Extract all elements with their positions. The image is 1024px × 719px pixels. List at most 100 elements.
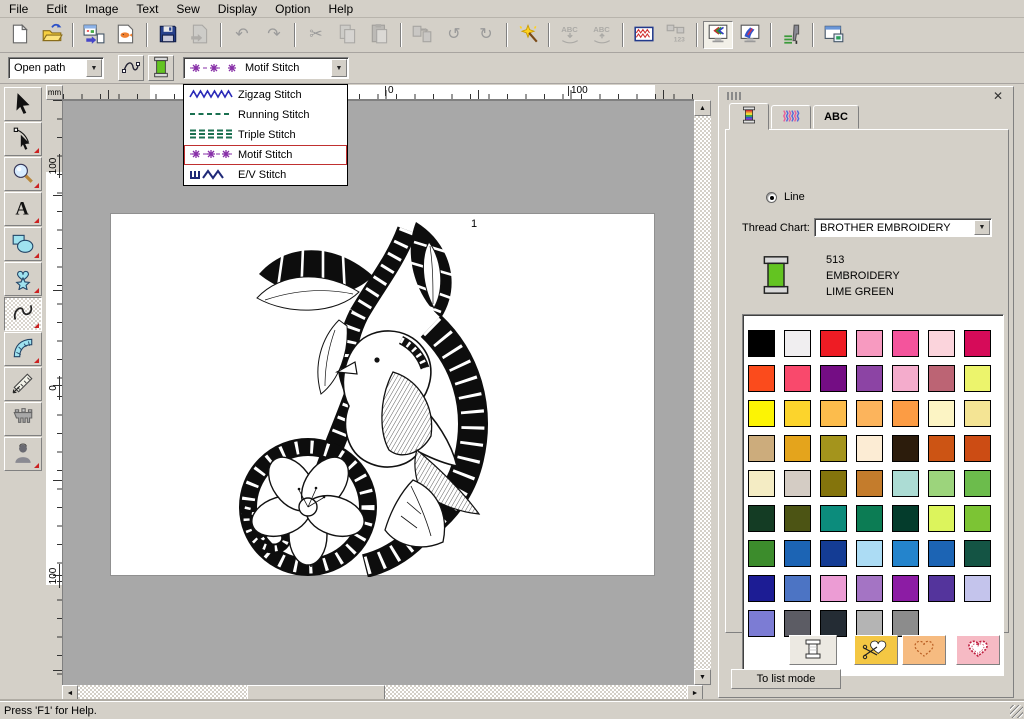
fan-shape-tool[interactable] xyxy=(4,332,42,366)
scroll-down-icon[interactable]: ▼ xyxy=(694,669,711,685)
thread-color-swatch[interactable] xyxy=(748,365,775,392)
stitch-library-button[interactable] xyxy=(629,21,659,49)
thread-color-swatch[interactable] xyxy=(964,365,991,392)
thread-color-swatch[interactable] xyxy=(856,400,883,427)
thread-color-swatch[interactable] xyxy=(892,470,919,497)
outline-shapes-tool[interactable] xyxy=(4,262,42,296)
thread-color-swatch[interactable] xyxy=(820,540,847,567)
zoom-tool[interactable] xyxy=(4,157,42,191)
thread-color-swatch[interactable] xyxy=(856,435,883,462)
thread-color-swatch[interactable] xyxy=(820,505,847,532)
magic-wand-button[interactable] xyxy=(513,21,543,49)
thread-color-swatch[interactable] xyxy=(784,610,811,637)
tab-stitch-attributes[interactable] xyxy=(771,105,811,129)
chevron-down-icon[interactable]: ▼ xyxy=(331,59,347,77)
applique-piece-button[interactable] xyxy=(902,635,946,665)
draw-curve-button[interactable] xyxy=(118,55,144,81)
horizontal-scrollbar[interactable]: ◄ ► xyxy=(62,685,703,701)
thread-color-swatch[interactable] xyxy=(964,540,991,567)
thread-color-swatch[interactable] xyxy=(820,610,847,637)
thread-color-swatch[interactable] xyxy=(928,505,955,532)
menu-text[interactable]: Text xyxy=(127,1,167,17)
thread-color-swatch[interactable] xyxy=(820,330,847,357)
import-image-button[interactable] xyxy=(79,21,109,49)
thread-color-swatch[interactable] xyxy=(964,400,991,427)
menu-sew[interactable]: Sew xyxy=(167,1,208,17)
thread-color-swatch[interactable] xyxy=(748,575,775,602)
design-canvas[interactable]: 1 xyxy=(63,100,694,685)
thread-color-swatch[interactable] xyxy=(892,435,919,462)
thread-color-swatch[interactable] xyxy=(892,330,919,357)
open-image-button[interactable] xyxy=(111,21,141,49)
thread-color-swatch[interactable] xyxy=(928,330,955,357)
thread-color-swatch[interactable] xyxy=(856,610,883,637)
thread-color-swatch[interactable] xyxy=(964,575,991,602)
thread-color-swatch[interactable] xyxy=(748,400,775,427)
thread-color-swatch[interactable] xyxy=(856,365,883,392)
vertical-scrollbar[interactable]: ▲ ▼ xyxy=(694,100,711,685)
menu-image[interactable]: Image xyxy=(76,1,127,17)
thread-color-swatch[interactable] xyxy=(820,575,847,602)
thread-color-swatch[interactable] xyxy=(892,365,919,392)
window-resize-grip[interactable] xyxy=(1010,705,1023,718)
thread-color-swatch[interactable] xyxy=(820,365,847,392)
menu-file[interactable]: File xyxy=(0,1,37,17)
stitch-view-button[interactable] xyxy=(703,21,733,49)
tab-text-attributes[interactable]: ABC xyxy=(813,105,859,129)
stitch-option-motif[interactable]: Motif Stitch xyxy=(184,145,347,165)
chevron-down-icon[interactable]: ▼ xyxy=(86,59,102,77)
thread-color-swatch[interactable] xyxy=(784,575,811,602)
menu-option[interactable]: Option xyxy=(266,1,319,17)
thread-color-swatch[interactable] xyxy=(928,575,955,602)
new-document-button[interactable] xyxy=(5,21,35,49)
stitch-option-zigzag[interactable]: Zigzag Stitch xyxy=(184,85,347,105)
thread-color-swatch[interactable] xyxy=(928,400,955,427)
stitch-option-running[interactable]: Running Stitch xyxy=(184,105,347,125)
scroll-left-icon[interactable]: ◄ xyxy=(62,685,78,701)
thread-color-swatch[interactable] xyxy=(892,400,919,427)
thread-color-swatch[interactable] xyxy=(892,505,919,532)
thread-color-swatch[interactable] xyxy=(748,330,775,357)
default-thread-button[interactable] xyxy=(789,635,837,665)
thread-color-swatch[interactable] xyxy=(784,435,811,462)
measure-tool[interactable] xyxy=(4,367,42,401)
sewing-attributes-button[interactable] xyxy=(148,55,174,81)
thread-color-swatch[interactable] xyxy=(928,435,955,462)
thread-color-swatch[interactable] xyxy=(784,505,811,532)
stitch-block-tool[interactable] xyxy=(4,402,42,436)
line-stitch-combobox[interactable]: Motif Stitch ▼ xyxy=(183,57,349,79)
thread-color-swatch[interactable] xyxy=(856,330,883,357)
line-radio[interactable] xyxy=(766,192,777,203)
thread-color-swatch[interactable] xyxy=(784,470,811,497)
path-shape-combobox[interactable]: Open path ▼ xyxy=(8,57,104,79)
basic-shapes-tool[interactable] xyxy=(4,227,42,261)
thread-color-swatch[interactable] xyxy=(856,575,883,602)
thread-color-swatch[interactable] xyxy=(820,400,847,427)
thread-color-swatch[interactable] xyxy=(856,470,883,497)
menu-display[interactable]: Display xyxy=(209,1,266,17)
save-button[interactable] xyxy=(153,21,183,49)
thread-color-swatch[interactable] xyxy=(892,575,919,602)
thread-color-swatch[interactable] xyxy=(892,540,919,567)
close-icon[interactable]: ✕ xyxy=(991,89,1005,103)
tab-thread-color[interactable] xyxy=(729,103,769,130)
stitch-simulator-button[interactable] xyxy=(777,21,807,49)
thread-color-swatch[interactable] xyxy=(784,400,811,427)
thread-chart-combobox[interactable]: BROTHER EMBROIDERY ▼ xyxy=(814,218,992,237)
thread-color-swatch[interactable] xyxy=(820,435,847,462)
applique-stitch-button[interactable] xyxy=(956,635,1000,665)
thread-color-swatch[interactable] xyxy=(928,470,955,497)
portrait-tool[interactable] xyxy=(4,437,42,471)
realistic-view-button[interactable] xyxy=(735,21,765,49)
select-tool[interactable] xyxy=(4,87,42,121)
thread-color-swatch[interactable] xyxy=(748,435,775,462)
thread-color-swatch[interactable] xyxy=(928,540,955,567)
scroll-up-icon[interactable]: ▲ xyxy=(694,100,711,116)
thread-color-swatch[interactable] xyxy=(748,470,775,497)
curve-tool[interactable] xyxy=(4,297,42,331)
thread-color-swatch[interactable] xyxy=(892,610,919,637)
thread-color-swatch[interactable] xyxy=(964,470,991,497)
thread-color-swatch[interactable] xyxy=(784,330,811,357)
thread-color-swatch[interactable] xyxy=(820,470,847,497)
applique-cut-button[interactable] xyxy=(854,635,898,665)
